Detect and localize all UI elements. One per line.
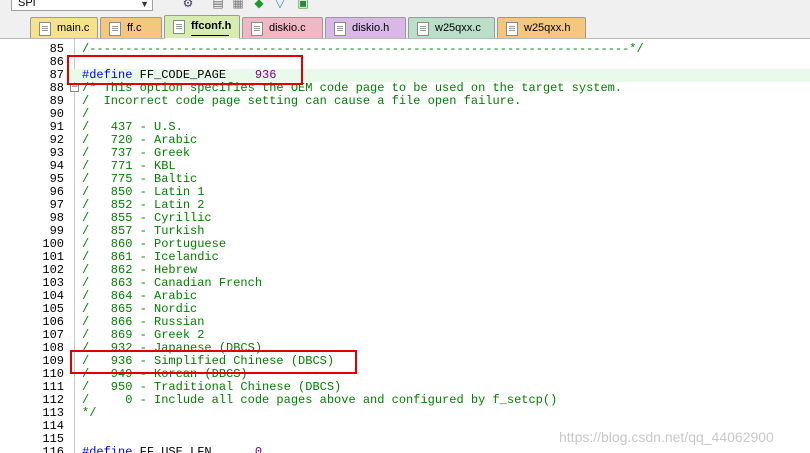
run-icon[interactable]: ▽ [273, 0, 287, 10]
chevron-down-icon[interactable]: ▼ [140, 0, 149, 11]
active-tab-underline [191, 35, 229, 36]
line-code: / Incorrect code page setting can cause … [82, 94, 522, 108]
file-icon [109, 22, 121, 36]
tab-label: diskio.c [269, 22, 306, 34]
file-icon [173, 20, 185, 34]
code-line: 112/ 0 - Include all code pages above an… [0, 394, 810, 407]
target-options-icon[interactable]: ⚙ [181, 0, 195, 10]
target-select[interactable]: SPI ▼ [11, 0, 153, 11]
download-icon[interactable]: ▦ [231, 0, 245, 10]
code-line: 116 #define FF_USE_LFN 0 [0, 446, 810, 453]
tab-diskio-c[interactable]: diskio.c [242, 17, 323, 38]
tab-main-c[interactable]: main.c [30, 17, 98, 38]
file-icon [39, 22, 51, 36]
tab-diskio-h[interactable]: diskio.h [325, 17, 406, 38]
tab-w25qxx-c[interactable]: w25qxx.c [408, 17, 495, 38]
tab-ff-c[interactable]: ff.c [100, 17, 162, 38]
manage-components-icon[interactable]: ▤ [211, 0, 225, 10]
line-code: / 0 - Include all code pages above and c… [82, 393, 558, 407]
line-code: #define FF_USE_LFN 0 [82, 446, 262, 453]
file-icon [506, 22, 518, 36]
tab-label: w25qxx.c [435, 22, 481, 34]
tab-ffconf-h[interactable]: ffconf.h [164, 15, 240, 39]
line-code: */ [82, 406, 97, 420]
watermark: https://blog.csdn.net/qq_44062900 [559, 429, 774, 445]
target-select-value: SPI [18, 0, 36, 9]
file-icon [334, 22, 346, 36]
macro-value: 0 [254, 445, 263, 453]
highlight-box-936 [70, 350, 357, 374]
tab-label: w25qxx.h [524, 22, 571, 34]
tab-label: main.c [57, 22, 90, 34]
file-tab-bar: main.c ff.c ffconf.h diskio.c diskio.h w25qxx… [0, 14, 810, 39]
code-line: 113 */ [0, 407, 810, 420]
macro-name: FF_USE_LFN [132, 445, 255, 453]
debug-icon[interactable]: ◆ [252, 0, 266, 10]
code-editor[interactable]: 85/-------------------------------------… [0, 39, 810, 453]
line-number: 116 [42, 445, 64, 453]
tab-label: diskio.h [352, 22, 390, 34]
code-line: 89/ Incorrect code page setting can caus… [0, 95, 810, 108]
tab-label: ffconf.h [191, 20, 232, 32]
highlight-box-define [67, 55, 303, 85]
file-icon [417, 22, 429, 36]
file-icon [251, 22, 263, 36]
toolbar: SPI ▼ ⚙ ▤ ▦ ◆ ▽ ▣ [0, 0, 810, 14]
preprocessor-keyword: #define [82, 445, 133, 453]
tab-w25qxx-h[interactable]: w25qxx.h [497, 17, 586, 38]
tab-label: ff.c [127, 22, 142, 34]
batch-build-icon[interactable]: ▣ [296, 0, 310, 10]
